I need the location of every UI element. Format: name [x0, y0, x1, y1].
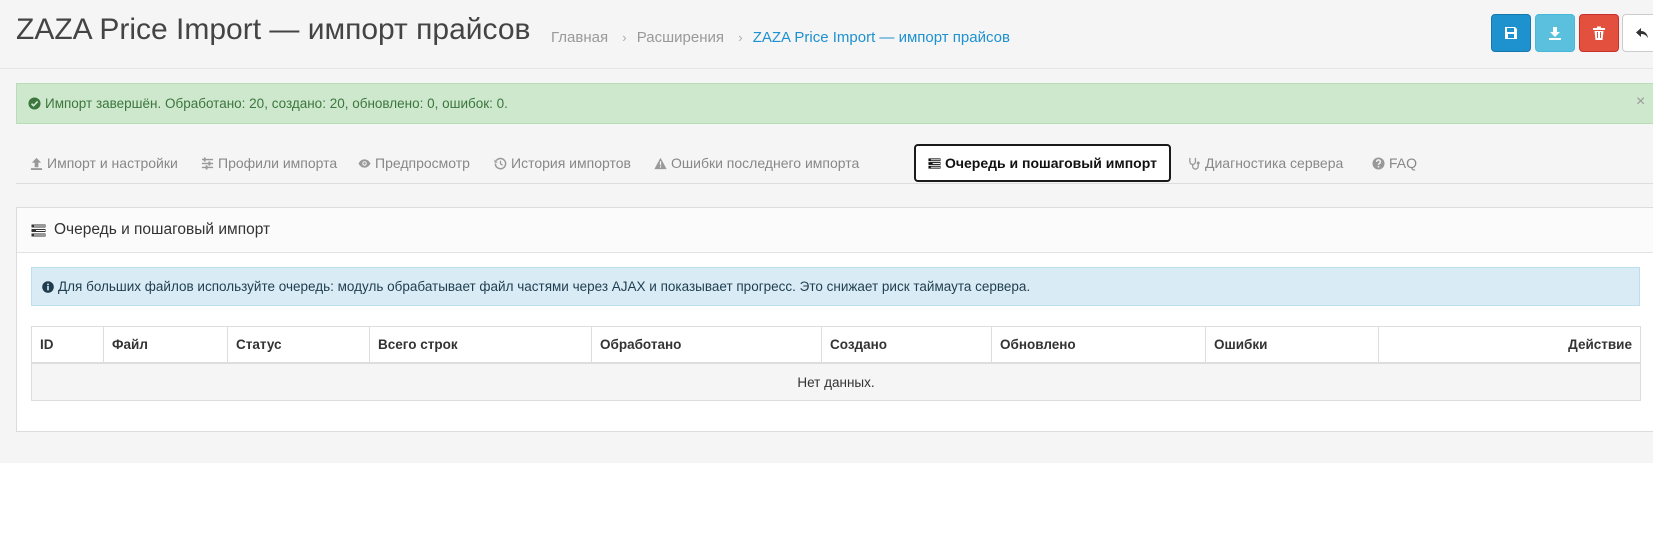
table-empty-message: Нет данных.	[31, 362, 1641, 401]
column-header-action[interactable]: Действие	[1378, 326, 1641, 364]
tab-server-diagnostics[interactable]: Диагностика сервера	[1188, 143, 1343, 183]
tab-label: Ошибки последнего импорта	[671, 155, 860, 171]
table-header-row: ID Файл Статус Всего строк Обработано Со…	[31, 326, 1641, 364]
delete-button[interactable]	[1579, 14, 1619, 52]
save-button[interactable]	[1491, 14, 1531, 52]
column-header-file[interactable]: Файл	[103, 326, 228, 364]
tab-preview[interactable]: Предпросмотр	[358, 143, 470, 183]
tab-label: Диагностика сервера	[1205, 155, 1344, 171]
breadcrumb-current[interactable]: ZAZA Price Import — импорт прайсов	[753, 29, 1010, 46]
eye-icon	[358, 158, 371, 168]
tab-queue-stepwise[interactable]: Очередь и пошаговый импорт	[914, 144, 1171, 182]
info-alert: Для больших файлов используйте очередь: …	[31, 267, 1640, 306]
back-button[interactable]	[1622, 14, 1653, 52]
breadcrumb-extensions[interactable]: Расширения	[637, 29, 724, 46]
download-button[interactable]	[1535, 14, 1575, 52]
question-circle-icon	[1372, 156, 1385, 170]
success-alert-text: Импорт завершён. Обработано: 20, создано…	[45, 96, 508, 111]
page-title: ZAZA Price Import — импорт прайсов	[16, 13, 531, 46]
column-header-status[interactable]: Статус	[227, 326, 370, 364]
info-alert-text: Для больших файлов используйте очередь: …	[58, 279, 1031, 294]
stethoscope-icon	[1189, 157, 1200, 170]
tab-bar: Импорт и настройки Профили импорта Предп…	[16, 143, 1653, 184]
download-icon	[1549, 27, 1561, 40]
tab-label: История импортов	[511, 155, 631, 171]
info-circle-icon	[42, 280, 54, 293]
warning-icon	[654, 157, 667, 169]
tab-label: Предпросмотр	[375, 155, 470, 171]
breadcrumb-home[interactable]: Главная	[551, 29, 608, 46]
alert-close-button[interactable]: ×	[1636, 93, 1645, 111]
tab-last-import-errors[interactable]: Ошибки последнего импорта	[654, 143, 859, 183]
panel-heading: Очередь и пошаговый импорт	[17, 208, 1653, 253]
tab-label: FAQ	[1389, 155, 1418, 171]
panel-title: Очередь и пошаговый импорт	[54, 221, 271, 238]
history-icon	[494, 157, 507, 169]
queue-panel: Очередь и пошаговый импорт Для больших ф…	[16, 207, 1653, 432]
tab-label: Очередь и пошаговый импорт	[945, 155, 1157, 171]
tab-label: Импорт и настройки	[47, 155, 178, 171]
sliders-icon	[201, 156, 214, 170]
tab-faq[interactable]: FAQ	[1372, 143, 1417, 183]
trash-icon	[1593, 26, 1605, 40]
check-circle-icon	[28, 97, 41, 110]
breadcrumb-separator: ›	[738, 30, 743, 45]
tab-import-settings[interactable]: Импорт и настройки	[30, 143, 178, 183]
queue-table: ID Файл Статус Всего строк Обработано Со…	[31, 326, 1641, 401]
tab-import-history[interactable]: История импортов	[494, 143, 631, 183]
breadcrumb-separator: ›	[622, 30, 627, 45]
column-header-total-rows[interactable]: Всего строк	[369, 326, 592, 364]
column-header-created[interactable]: Создано	[821, 326, 992, 364]
tasks-icon	[928, 157, 941, 169]
column-header-id[interactable]: ID	[31, 326, 104, 364]
table-row: Нет данных.	[31, 362, 1641, 401]
tab-label: Профили импорта	[218, 155, 338, 171]
save-icon	[1505, 27, 1517, 39]
breadcrumb: Главная › Расширения › ZAZA Price Import…	[551, 29, 1010, 46]
page-header: ZAZA Price Import — импорт прайсов Главн…	[0, 0, 1653, 69]
reply-icon	[1636, 28, 1648, 38]
column-header-updated[interactable]: Обновлено	[991, 326, 1206, 364]
tasks-icon	[31, 224, 46, 236]
column-header-processed[interactable]: Обработано	[591, 326, 822, 364]
upload-icon	[30, 157, 43, 170]
success-alert: Импорт завершён. Обработано: 20, создано…	[16, 83, 1653, 124]
column-header-errors[interactable]: Ошибки	[1205, 326, 1379, 364]
tab-import-profiles[interactable]: Профили импорта	[201, 143, 337, 183]
